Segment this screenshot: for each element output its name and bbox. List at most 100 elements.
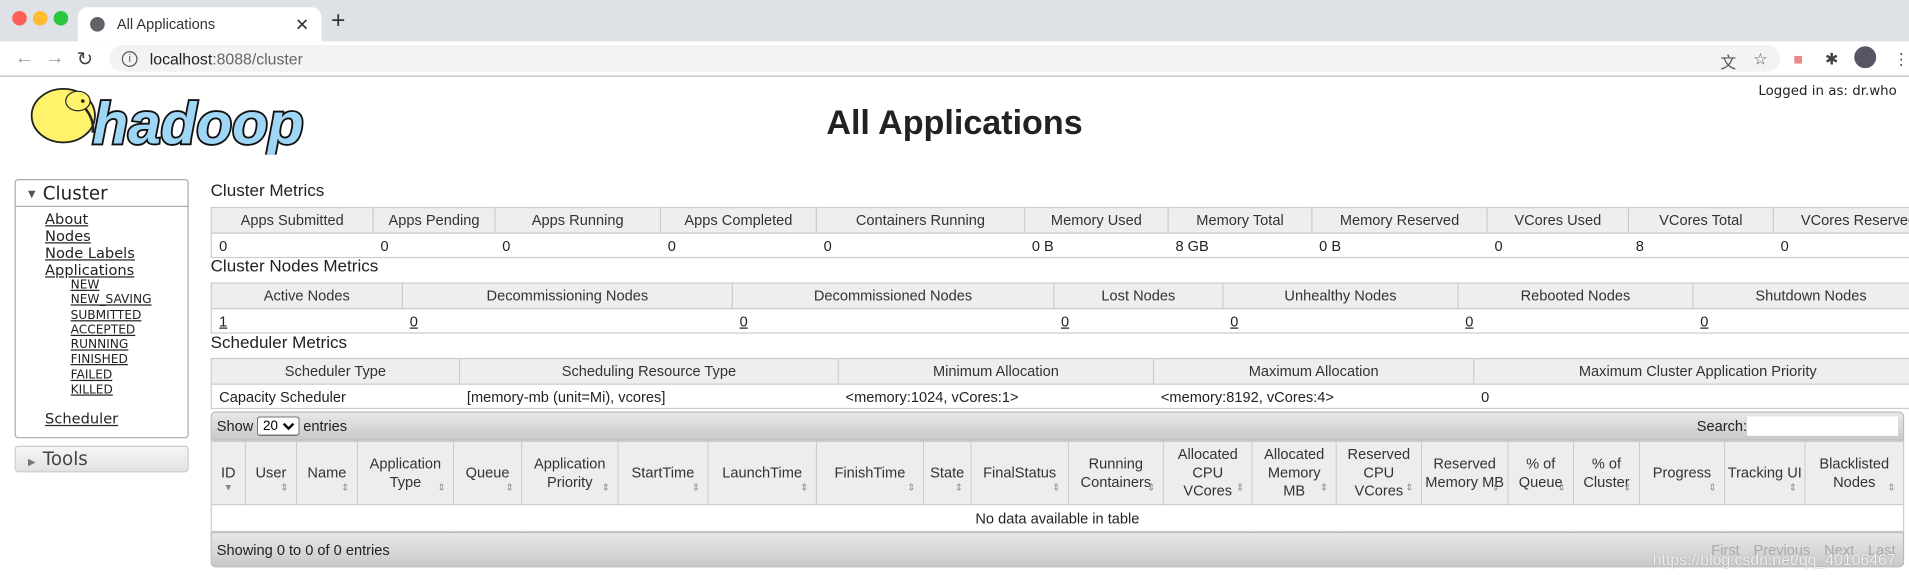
sort-icon[interactable]: ⇕ [1236,478,1244,496]
metric-cell: 1 [210,308,403,334]
column-header-application-priority[interactable]: Application Priority ⇕ [521,440,619,506]
sort-icon[interactable]: ⇕ [692,478,700,496]
maximize-window-button[interactable] [53,10,69,26]
browser-tab[interactable]: All Applications ✕ [77,7,322,42]
column-label: FinalStatus [983,463,1057,481]
triangle-down-icon: ▼ [28,188,36,200]
column-header-tracking-ui[interactable]: Tracking UI ⇕ [1723,440,1806,506]
column-header-user[interactable]: User ⇕ [244,440,298,506]
column-header-launchtime[interactable]: LaunchTime ⇕ [707,440,817,506]
sort-icon[interactable]: ⇕ [602,478,610,496]
metric-cell: [memory-mb (unit=Mi), vcores] [459,383,839,410]
column-header-id[interactable]: ID ▼ [210,440,246,506]
forward-icon[interactable]: → [45,47,64,69]
app-state-running[interactable]: RUNNING [71,339,188,354]
column-header-reserved-cpu-vcores[interactable]: Reserved CPU VCores ⇕ [1335,440,1423,506]
sort-icon[interactable]: ⇕ [800,478,808,496]
column-header-allocated-memory-mb[interactable]: Allocated Memory MB ⇕ [1251,440,1337,506]
info-icon[interactable]: i [121,50,138,67]
translate-icon[interactable]: 文 [1720,50,1736,73]
column-header-allocated-cpu-vcores[interactable]: Allocated CPU VCores ⇕ [1162,440,1253,506]
avatar[interactable] [1854,46,1877,69]
scheduler-metrics-table: Scheduler Type Scheduling Resource Type Mi… [210,357,1909,410]
reload-icon[interactable]: ↻ [77,47,93,71]
cluster-metrics-table: Apps Submitted Apps Pending Apps Running Ap… [210,206,1909,259]
app-state-new-saving[interactable]: NEW_SAVING [71,294,188,309]
sort-desc-icon[interactable]: ▼ [212,478,245,496]
app-state-finished[interactable]: FINISHED [71,354,188,369]
menu-icon[interactable]: ⋮ [1893,50,1909,69]
metric-link[interactable]: 0 [1700,312,1708,329]
sort-icon[interactable]: ⇕ [341,478,349,496]
puzzle-icon[interactable]: ✱ [1825,50,1838,69]
sort-icon[interactable]: ⇕ [1887,478,1895,496]
tools-label: Tools [42,448,88,471]
column-label: Allocated CPU VCores [1177,445,1238,500]
sidebar-link-applications[interactable]: Applications [45,262,187,279]
sort-icon[interactable]: ⇕ [1320,478,1328,496]
star-icon[interactable]: ☆ [1753,50,1767,69]
url-input[interactable]: i localhost:8088/cluster [109,45,1780,72]
column-header-blacklisted-nodes[interactable]: Blacklisted Nodes ⇕ [1804,440,1905,506]
column-header-starttime[interactable]: StartTime ⇕ [617,440,709,506]
sort-icon[interactable]: ⇕ [280,478,288,496]
metric-link[interactable]: 0 [1061,312,1069,329]
entries-select[interactable]: 20 [256,416,300,436]
sidebar-cluster-header[interactable]: ▼ Cluster [15,180,188,207]
close-tab-icon[interactable]: ✕ [295,14,309,35]
sort-icon[interactable]: ⇕ [1709,478,1717,496]
column-header-state[interactable]: State ⇕ [922,440,972,506]
back-icon[interactable]: ← [15,47,34,69]
sidebar-link-scheduler[interactable]: Scheduler [45,411,187,428]
sort-icon[interactable]: ⇕ [1405,478,1413,496]
metric-cell: 0 [373,232,495,259]
sidebar-tools-header[interactable]: ▶ Tools [14,446,189,473]
column-header-progress[interactable]: Progress ⇕ [1638,440,1726,506]
sort-icon[interactable]: ⇕ [1052,478,1060,496]
column-header-finalstatus[interactable]: FinalStatus ⇕ [970,440,1069,506]
column-header-reserved-memory-mb[interactable]: Reserved Memory MB ⇕ [1420,440,1509,506]
app-state-accepted[interactable]: ACCEPTED [71,324,188,339]
column-label: Blacklisted Nodes [1819,454,1890,491]
app-state-failed[interactable]: FAILED [71,369,188,384]
app-state-new[interactable]: NEW [71,279,188,294]
new-tab-button[interactable]: + [331,7,345,35]
extension-icon[interactable]: ■ [1793,50,1803,68]
sort-icon[interactable]: ⇕ [1558,478,1566,496]
column-header-finishtime[interactable]: FinishTime ⇕ [815,440,925,506]
column-header--of-queue[interactable]: % of Queue ⇕ [1507,440,1575,506]
app-state-submitted[interactable]: SUBMITTED [71,309,188,324]
column-header-name[interactable]: Name ⇕ [295,440,358,506]
sort-icon[interactable]: ⇕ [1147,478,1155,496]
sort-icon[interactable]: ⇕ [1492,478,1500,496]
sidebar-link-node-labels[interactable]: Node Labels [45,245,187,262]
metric-link[interactable]: 0 [410,312,418,329]
metric-link[interactable]: 0 [1230,312,1238,329]
nodes-metrics-title: Cluster Nodes Metrics [210,255,379,276]
close-window-button[interactable] [12,10,27,26]
metric-link[interactable]: 1 [219,312,227,329]
sort-icon[interactable]: ⇕ [1789,478,1797,496]
column-label: Application Priority [534,454,606,491]
metric-link[interactable]: 0 [740,312,748,329]
sort-icon[interactable]: ⇕ [437,478,445,496]
column-header-running-containers[interactable]: Running Containers ⇕ [1067,440,1164,506]
column-header-application-type[interactable]: Application Type ⇕ [356,440,455,506]
metric-cell: 0 [1457,308,1693,334]
column-header--of-cluster[interactable]: % of Cluster ⇕ [1573,440,1640,506]
minimize-window-button[interactable] [32,10,48,26]
scheduler-metrics-title: Scheduler Metrics [210,332,348,352]
column-header-queue[interactable]: Queue ⇕ [452,440,523,506]
search-input[interactable] [1747,416,1899,436]
sort-icon[interactable]: ⇕ [506,478,514,496]
column-label: Running Containers [1080,454,1152,491]
sort-icon[interactable]: ⇕ [955,478,963,496]
metric-cell: <memory:1024, vCores:1> [838,383,1154,410]
metric-link[interactable]: 0 [1465,312,1473,329]
sidebar-link-nodes[interactable]: Nodes [45,228,187,245]
sort-icon[interactable]: ⇕ [1623,478,1631,496]
app-state-killed[interactable]: KILLED [71,384,188,399]
sort-icon[interactable]: ⇕ [907,478,915,496]
sidebar-link-about[interactable]: About [45,211,187,228]
metric-cell: 8 [1628,232,1774,259]
